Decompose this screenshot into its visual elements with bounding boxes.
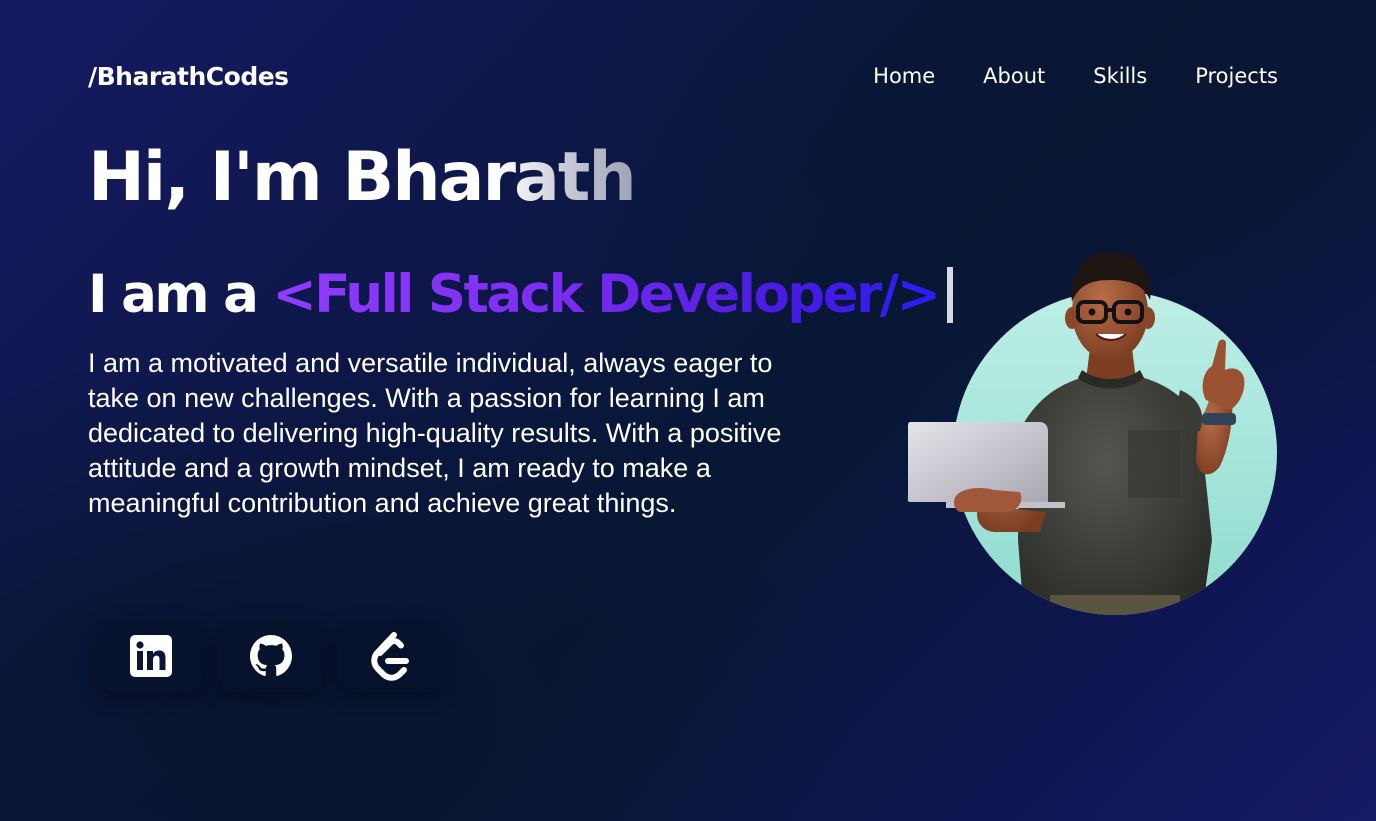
leetcode-icon	[368, 631, 414, 681]
social-links	[98, 620, 444, 692]
hero-tagline: I am a <Full Stack Developer/>	[88, 264, 953, 325]
nav-link-home[interactable]: Home	[873, 64, 935, 88]
developer-avatar-image	[907, 252, 1277, 615]
nav-link-about[interactable]: About	[983, 64, 1045, 88]
site-logo[interactable]: /BharathCodes	[88, 62, 289, 91]
hero-title: Hi, I'm Bharath	[88, 138, 637, 217]
github-icon	[250, 635, 292, 677]
intro-paragraph: I am a motivated and versatile individua…	[88, 348, 782, 518]
nav-link-projects[interactable]: Projects	[1195, 64, 1278, 88]
linkedin-icon	[130, 635, 172, 677]
main-nav: Home About Skills Projects	[825, 64, 1278, 88]
linkedin-button[interactable]	[98, 620, 204, 692]
tagline-role: <Full Stack Developer/>	[272, 264, 941, 325]
developer-avatar-illustration	[900, 240, 1300, 630]
github-button[interactable]	[218, 620, 324, 692]
leetcode-button[interactable]	[338, 620, 444, 692]
site-header: /BharathCodes Home About Skills Projects	[88, 52, 1278, 100]
tagline-prefix: I am a	[88, 264, 259, 325]
nav-link-skills[interactable]: Skills	[1093, 64, 1147, 88]
